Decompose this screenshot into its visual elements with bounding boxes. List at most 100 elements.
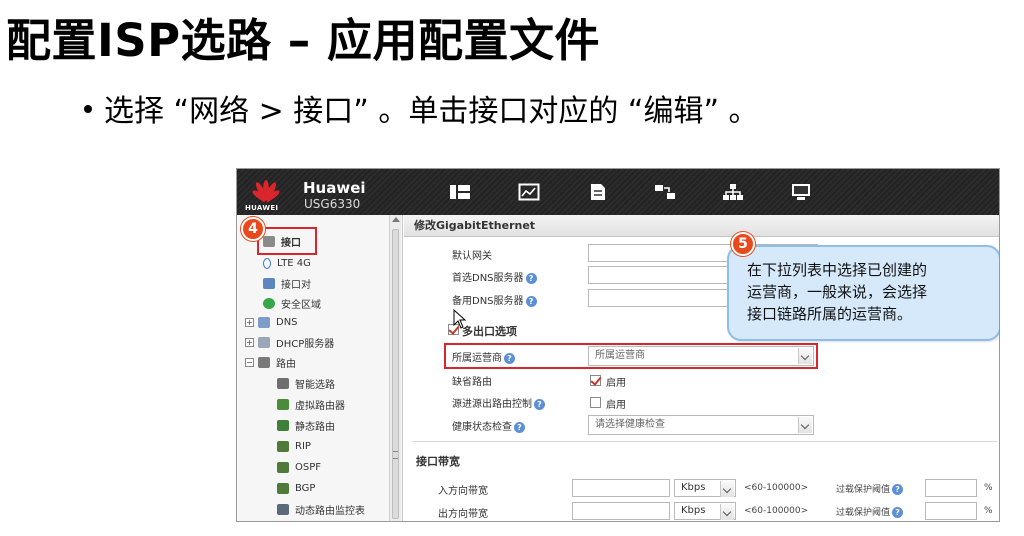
- source-route-text: 源进源出路由控制: [452, 399, 532, 410]
- static-route-icon: [277, 419, 289, 431]
- sidebar-item-lte[interactable]: LTE 4G: [263, 254, 311, 272]
- help-icon[interactable]: ?: [525, 272, 537, 284]
- source-route-enable-label: 启用: [606, 400, 626, 411]
- scroll-thumb[interactable]: [392, 229, 399, 519]
- outbound-threshold-input[interactable]: [925, 502, 977, 520]
- monitor-icon[interactable]: [518, 183, 540, 201]
- sidebar-item-label: 智能选路: [295, 379, 335, 391]
- sidebar-item-label: 动态路由监控表: [295, 505, 365, 517]
- default-route-enable-label: 启用: [606, 378, 626, 389]
- help-icon[interactable]: ?: [504, 352, 515, 364]
- system-icon[interactable]: [790, 183, 812, 201]
- health-check-label: 健康状态检查?: [452, 418, 525, 433]
- sidebar-item-ospf[interactable]: OSPF: [277, 458, 321, 476]
- sidebar-item-dns[interactable]: + DNS: [245, 313, 298, 331]
- instruction-bullet: 选择 “网络 > 接口” 。单击接口对应的 “编辑” 。: [84, 86, 759, 130]
- virtual-router-icon: [277, 398, 289, 410]
- dashboard-icon[interactable]: [449, 183, 471, 201]
- routing-icon: [258, 356, 270, 368]
- sidebar-item-smart-routing[interactable]: 智能选路: [277, 374, 335, 392]
- chevron-down-icon[interactable]: [720, 504, 734, 520]
- sidebar-item-security-zone[interactable]: 安全区域: [263, 294, 321, 312]
- mouse-cursor-icon: [453, 309, 467, 329]
- bgp-icon: [277, 482, 289, 494]
- outbound-threshold-label: 过载保护阈值?: [836, 505, 904, 518]
- default-route-checkbox[interactable]: [590, 375, 601, 386]
- expand-icon[interactable]: +: [245, 337, 254, 347]
- health-check-select[interactable]: 请选择健康检查: [588, 415, 814, 435]
- scroll-up-arrow-icon[interactable]: [392, 217, 400, 222]
- sidebar-item-label: 静态路由: [295, 421, 335, 433]
- network-icon[interactable]: [722, 183, 744, 201]
- inbound-threshold-input[interactable]: [925, 479, 977, 497]
- interface-pair-icon: [263, 277, 275, 289]
- source-route-checkbox[interactable]: [590, 397, 601, 408]
- objects-icon[interactable]: [654, 183, 676, 201]
- outbound-range-hint: <60-100000>: [744, 506, 809, 516]
- inbound-unit-value: Kbps: [681, 482, 706, 493]
- dns-icon: [258, 316, 270, 328]
- logo-text: HUAWEI: [245, 204, 279, 212]
- panel-title: 修改GigabitEthernet: [404, 215, 999, 237]
- isp-select[interactable]: 所属运营商: [588, 346, 814, 366]
- health-check-text: 健康状态检查: [452, 422, 512, 433]
- sidebar-item-label: 接口: [281, 237, 301, 249]
- sidebar-item-routing[interactable]: − 路由: [245, 353, 296, 371]
- bullet-dot-icon: [84, 104, 92, 113]
- isp-label: 所属运营商?: [452, 349, 515, 364]
- sidebar-item-dynamic-route-monitor[interactable]: 动态路由监控表: [277, 500, 365, 518]
- default-route-label: 缺省路由: [452, 377, 492, 388]
- collapse-icon[interactable]: −: [245, 357, 254, 367]
- health-check-placeholder: 请选择健康检查: [595, 419, 665, 430]
- sidebar-scrollbar[interactable]: [389, 215, 401, 521]
- outbound-bandwidth-input[interactable]: [572, 502, 670, 520]
- outbound-unit-select[interactable]: Kbps: [674, 502, 736, 520]
- inbound-threshold-label: 过载保护阈值?: [836, 482, 904, 495]
- top-navigation-bar: HUAWEI Huawei USG6330: [237, 169, 999, 215]
- isp-label-text: 所属运营商: [452, 353, 502, 364]
- inbound-unit-select[interactable]: Kbps: [674, 479, 736, 497]
- instruction-callout: 在下拉列表中选择已创建的 运营商，一般来说，会选择 接口链路所属的运营商。: [727, 245, 999, 341]
- chevron-down-icon[interactable]: [798, 348, 812, 364]
- sidebar-item-label: DNS: [276, 316, 298, 328]
- policy-icon[interactable]: [587, 183, 609, 201]
- multi-egress-label: 多出口选项: [462, 325, 517, 338]
- source-route-label: 源进源出路由控制?: [452, 395, 545, 410]
- security-zone-icon: [263, 297, 275, 309]
- inbound-bandwidth-label: 入方向带宽: [438, 486, 488, 497]
- outbound-threshold-text: 过载保护阈值: [836, 508, 891, 518]
- isp-select-placeholder: 所属运营商: [595, 350, 645, 361]
- sidebar-item-interface[interactable]: 接口: [263, 232, 301, 250]
- expand-icon[interactable]: +: [245, 317, 254, 327]
- callout-line-1: 在下拉列表中选择已创建的: [747, 261, 928, 279]
- sidebar-item-label: BGP: [295, 482, 316, 494]
- sidebar-item-label: 路由: [276, 358, 296, 370]
- inbound-bandwidth-input[interactable]: [572, 479, 670, 497]
- help-icon[interactable]: ?: [525, 295, 537, 307]
- sidebar-item-label: 安全区域: [281, 299, 321, 311]
- instruction-text: 选择 “网络 > 接口” 。单击接口对应的 “编辑” 。: [104, 94, 759, 129]
- chevron-down-icon[interactable]: [798, 417, 812, 433]
- sidebar-item-interface-pair[interactable]: 接口对: [263, 274, 311, 292]
- help-icon[interactable]: ?: [892, 484, 904, 495]
- outbound-unit-value: Kbps: [681, 505, 706, 516]
- bandwidth-section-title: 接口带宽: [416, 455, 460, 468]
- help-icon[interactable]: ?: [514, 421, 525, 433]
- sidebar-item-virtual-router[interactable]: 虚拟路由器: [277, 395, 345, 413]
- primary-dns-text: 首选DNS服务器: [452, 273, 524, 284]
- chevron-down-icon[interactable]: [720, 481, 734, 497]
- sidebar-item-static-route[interactable]: 静态路由: [277, 416, 335, 434]
- default-gateway-label: 默认网关: [452, 251, 492, 262]
- sidebar-item-bgp[interactable]: BGP: [277, 479, 315, 497]
- scroll-grip-icon: [393, 451, 398, 459]
- brand-name: Huawei: [303, 179, 366, 197]
- inbound-percent-label: %: [984, 483, 993, 493]
- sidebar-item-dhcp-server[interactable]: + DHCP服务器: [245, 333, 334, 351]
- inbound-range-hint: <60-100000>: [744, 483, 809, 493]
- help-icon[interactable]: ?: [534, 398, 545, 410]
- sidebar-item-rip[interactable]: RIP: [277, 437, 311, 455]
- help-icon[interactable]: ?: [892, 507, 904, 518]
- callout-line-2: 运营商，一般来说，会选择: [747, 283, 928, 301]
- interface-icon: [263, 235, 275, 247]
- backup-dns-text: 备用DNS服务器: [452, 296, 524, 307]
